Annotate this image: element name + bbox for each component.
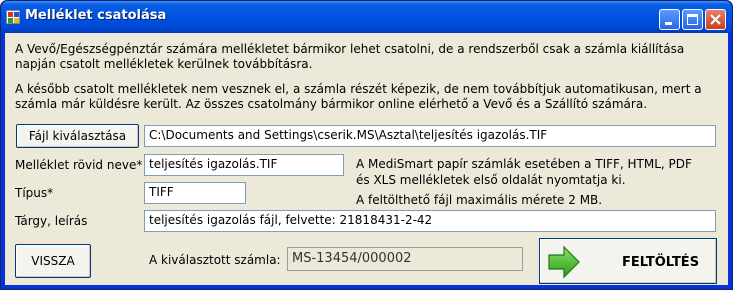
info-text-1a: A Vevő/Egészségpénztár számára melléklet…: [15, 42, 685, 56]
file-path-field[interactable]: C:\Documents and Settings\cserik.MS\Aszt…: [144, 125, 716, 147]
selected-invoice-label: A kiválasztott számla:: [149, 253, 281, 267]
back-button[interactable]: VISSZA: [15, 244, 91, 278]
note-line-2: és XLS mellékletek első oldalát nyomtatj…: [356, 173, 626, 187]
title-bar[interactable]: Melléklet csatolása: [1, 1, 732, 33]
close-icon: [710, 14, 721, 25]
window-title: Melléklet csatolása: [25, 8, 167, 23]
info-text-1b: napján csatolt mellékletek kerülnek tová…: [15, 57, 313, 71]
note-line-1: A MediSmart papír számlák esetében a TIF…: [356, 157, 692, 171]
subject-field[interactable]: teljesítés igazolás fájl, felvette: 2181…: [144, 210, 716, 232]
green-arrow-right-icon: [548, 245, 580, 279]
dialog-body: A Vevő/Egészségpénztár számára melléklet…: [5, 33, 728, 285]
subject-label: Tárgy, leírás: [15, 214, 88, 228]
maximize-button[interactable]: [682, 9, 703, 30]
short-name-field[interactable]: teljesítés igazolás.TIF: [144, 154, 344, 176]
app-icon[interactable]: [6, 10, 20, 24]
note-line-3: A feltölthető fájl maximális mérete 2 MB…: [356, 193, 603, 207]
dialog-window: Melléklet csatolása A Vevő/Egészségpénzt…: [0, 0, 733, 290]
choose-file-button[interactable]: Fájl kiválasztása: [16, 124, 139, 148]
type-label: Típus*: [15, 186, 54, 200]
minimize-button[interactable]: [659, 9, 680, 30]
selected-invoice-field: MS-13454/000002: [287, 247, 523, 271]
minimize-icon: [665, 22, 672, 25]
maximize-icon: [687, 14, 698, 25]
type-field[interactable]: TIFF: [144, 182, 246, 204]
upload-button[interactable]: FELTÖLTÉS: [539, 238, 717, 284]
close-button[interactable]: [705, 9, 726, 30]
info-text-2b: számla már küldésre került. Az összes cs…: [15, 97, 648, 111]
short-name-label: Melléklet rövid neve*: [15, 158, 143, 172]
upload-button-label: FELTÖLTÉS: [622, 255, 700, 270]
info-text-2a: A később csatolt mellékletek nem vesznek…: [15, 82, 702, 96]
